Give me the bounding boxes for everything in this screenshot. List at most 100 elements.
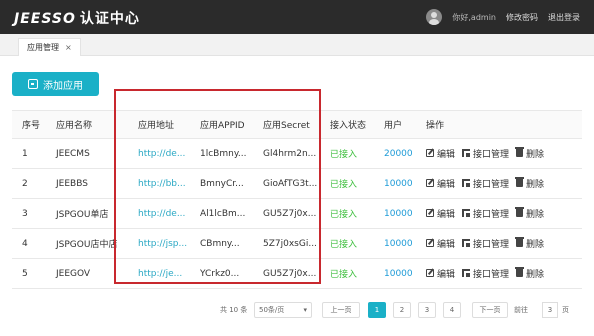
- page-2-button[interactable]: 2: [393, 302, 411, 318]
- cell-index: 1: [12, 138, 46, 169]
- api-action-label: 接口管理: [473, 239, 510, 250]
- tab-app-management[interactable]: 应用管理 ×: [18, 38, 81, 56]
- greeting-text: 你好,admin: [452, 12, 496, 22]
- delete-action-button[interactable]: 删除: [515, 147, 545, 160]
- cell-actions: 编辑 接口管理 删除: [416, 258, 582, 289]
- delete-action-label: 删除: [526, 179, 545, 190]
- add-app-label: 添加应用: [43, 80, 83, 92]
- trash-icon: [515, 207, 525, 218]
- top-bar: JEESSO 认证中心 你好,admin 修改密码 退出登录: [0, 0, 594, 34]
- edit-action-button[interactable]: 编辑: [426, 207, 455, 220]
- add-app-button[interactable]: 添加应用: [12, 72, 99, 96]
- delete-action-button[interactable]: 删除: [515, 207, 545, 220]
- col-header-users: 用户: [374, 110, 416, 139]
- cell-secret: GioAfTG3t...: [253, 168, 320, 199]
- logout-link[interactable]: 退出登录: [548, 12, 580, 23]
- cell-users[interactable]: 10000: [374, 258, 416, 289]
- avatar-icon[interactable]: [426, 9, 443, 25]
- jump-unit: 页: [562, 306, 569, 314]
- edit-action-button[interactable]: 编辑: [426, 267, 455, 280]
- delete-action-label: 删除: [526, 239, 545, 250]
- jump-page-input[interactable]: 3: [542, 302, 558, 318]
- cell-actions: 编辑 接口管理 删除: [416, 228, 582, 259]
- edit-action-label: 编辑: [437, 239, 456, 250]
- cell-name: JEEGOV: [46, 258, 128, 289]
- cell-name: JEEBBS: [46, 168, 128, 199]
- tab-strip: 应用管理 ×: [0, 34, 594, 56]
- page-3-button[interactable]: 3: [418, 302, 436, 318]
- cell-actions: 编辑 接口管理 删除: [416, 198, 582, 229]
- cell-secret: 5Z7j0xsGi...: [253, 228, 320, 259]
- delete-action-label: 删除: [526, 209, 545, 220]
- cell-url[interactable]: http://bb...: [128, 168, 190, 199]
- api-action-label: 接口管理: [473, 179, 510, 190]
- table-header-row: 序号 应用名称 应用地址 应用APPID 应用Secret 接入状态 用户 操作: [12, 110, 582, 139]
- chevron-down-icon: ▾: [303, 306, 307, 314]
- col-header-appid: 应用APPID: [190, 110, 253, 139]
- api-action-button[interactable]: 接口管理: [462, 147, 509, 160]
- edit-action-label: 编辑: [437, 209, 456, 220]
- api-action-button[interactable]: 接口管理: [462, 267, 509, 280]
- edit-icon: [426, 149, 434, 158]
- edit-action-label: 编辑: [437, 149, 456, 160]
- table-row: 1 JEECMS http://de... 1lcBmny... Gl4hrm2n...…: [12, 138, 582, 169]
- total-count: 共 10 条: [220, 306, 248, 314]
- edit-action-label: 编辑: [437, 269, 456, 280]
- trash-icon: [515, 267, 525, 278]
- page-4-button[interactable]: 4: [443, 302, 461, 318]
- api-action-button[interactable]: 接口管理: [462, 237, 509, 250]
- brand-logo: JEESSO 认证中心: [14, 8, 140, 28]
- cell-status: 已接入: [320, 198, 374, 229]
- api-icon: [462, 239, 471, 248]
- trash-icon: [515, 177, 525, 188]
- page-size-select[interactable]: 50条/页 ▾: [254, 302, 312, 318]
- edit-icon: [426, 269, 434, 278]
- cell-users[interactable]: 10000: [374, 168, 416, 199]
- prev-page-button[interactable]: 上一页: [322, 302, 360, 318]
- cell-secret: GU5Z7j0x...: [253, 198, 320, 229]
- trash-icon: [515, 147, 525, 158]
- page-1-button[interactable]: 1: [368, 302, 386, 318]
- tab-label: 应用管理: [27, 43, 59, 52]
- cell-index: 2: [12, 168, 46, 199]
- edit-icon: [426, 209, 434, 218]
- table-row: 2 JEEBBS http://bb... BmnyCr... GioAfTG3t...…: [12, 168, 582, 199]
- delete-action-button[interactable]: 删除: [515, 237, 545, 250]
- edit-action-button[interactable]: 编辑: [426, 237, 455, 250]
- cell-secret: Gl4hrm2n...: [253, 138, 320, 169]
- edit-action-button[interactable]: 编辑: [426, 147, 455, 160]
- brand-subtitle: 认证中心: [79, 11, 140, 27]
- cell-url[interactable]: http://jsp...: [128, 228, 190, 259]
- delete-action-button[interactable]: 删除: [515, 267, 545, 280]
- delete-action-button[interactable]: 删除: [515, 177, 545, 190]
- close-icon[interactable]: ×: [65, 43, 72, 52]
- cell-appid: BmnyCr...: [190, 168, 253, 199]
- edit-action-label: 编辑: [437, 179, 456, 190]
- api-action-button[interactable]: 接口管理: [462, 207, 509, 220]
- col-header-index: 序号: [12, 110, 46, 139]
- col-header-name: 应用名称: [46, 110, 128, 139]
- cell-url[interactable]: http://de...: [128, 138, 190, 169]
- cell-status: 已接入: [320, 228, 374, 259]
- cell-users[interactable]: 20000: [374, 138, 416, 169]
- api-action-label: 接口管理: [473, 149, 510, 160]
- edit-action-button[interactable]: 编辑: [426, 177, 455, 190]
- col-header-actions: 操作: [416, 110, 582, 139]
- next-page-button[interactable]: 下一页: [472, 302, 508, 318]
- change-password-link[interactable]: 修改密码: [506, 12, 538, 23]
- cell-actions: 编辑 接口管理 删除: [416, 138, 582, 169]
- delete-action-label: 删除: [526, 149, 545, 160]
- delete-action-label: 删除: [526, 269, 545, 280]
- page-size-value: 50条/页: [259, 306, 285, 314]
- cell-appid: 1lcBmny...: [190, 138, 253, 169]
- cell-actions: 编辑 接口管理 删除: [416, 168, 582, 199]
- user-area: 你好,admin 修改密码 退出登录: [426, 0, 580, 34]
- api-action-button[interactable]: 接口管理: [462, 177, 509, 190]
- cell-index: 4: [12, 228, 46, 259]
- cell-users[interactable]: 10000: [374, 198, 416, 229]
- cell-url[interactable]: http://de...: [128, 198, 190, 229]
- edit-icon: [426, 239, 434, 248]
- cell-url[interactable]: http://je...: [128, 258, 190, 289]
- cell-users[interactable]: 10000: [374, 228, 416, 259]
- brand-name: JEESSO: [14, 11, 76, 27]
